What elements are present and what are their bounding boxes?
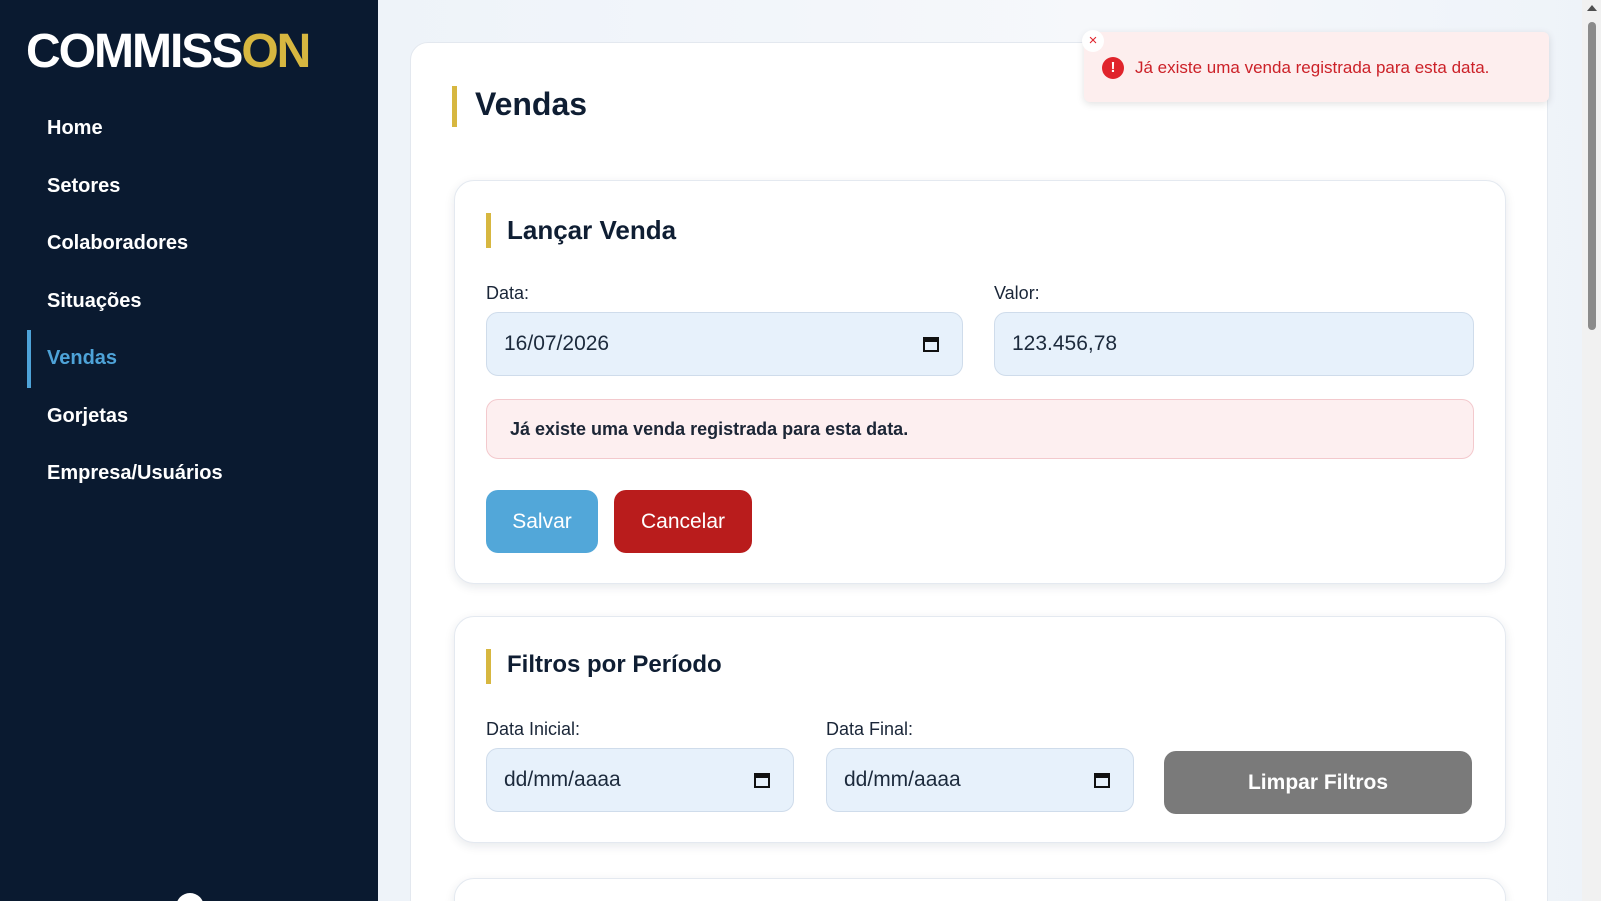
sidebar-item-vendas[interactable]: Vendas: [0, 330, 378, 388]
filters-title: Filtros por Período: [507, 651, 722, 678]
launch-sale-accent: [486, 213, 491, 248]
value-input[interactable]: 123.456,78: [994, 312, 1474, 376]
sidebar-item-label: Gorjetas: [47, 404, 129, 427]
brand-logo[interactable]: COMMISSON: [26, 25, 311, 78]
inline-error-text: Já existe uma venda registrada para esta…: [510, 418, 909, 439]
filters-accent: [486, 649, 491, 684]
launch-sale-title: Lançar Venda: [507, 215, 677, 245]
calendar-icon[interactable]: [753, 771, 771, 789]
value-input-value: 123.456,78: [1012, 332, 1118, 355]
scrollbar-thumb[interactable]: [1588, 22, 1596, 330]
sidebar-item-label: Vendas: [47, 347, 118, 370]
sidebar-item-label: Colaboradores: [47, 232, 189, 255]
sidebar-nav: Home Setores Colaboradores Situações Ven…: [0, 100, 378, 503]
start-date-placeholder: dd/mm/aaaa: [504, 768, 621, 791]
next-card: [454, 878, 1506, 901]
save-button[interactable]: Salvar: [486, 490, 598, 553]
error-toast: × ! Já existe uma venda registrada para …: [1082, 30, 1549, 102]
scroll-up-arrow-icon[interactable]: [1587, 5, 1597, 11]
toast-message: Já existe uma venda registrada para esta…: [1135, 58, 1490, 77]
end-date-label: Data Final:: [826, 719, 914, 739]
value-label: Valor:: [994, 283, 1040, 303]
sidebar-item-label: Home: [47, 117, 103, 140]
calendar-icon[interactable]: [1093, 771, 1111, 789]
sidebar-item-situacoes[interactable]: Situações: [0, 273, 378, 331]
sidebar-item-gorjetas[interactable]: Gorjetas: [0, 388, 378, 446]
brand-logo-part1: COMMISS: [26, 25, 243, 78]
end-date-placeholder: dd/mm/aaaa: [844, 768, 961, 791]
sidebar-collapse-handle[interactable]: [176, 893, 204, 901]
clear-filters-button[interactable]: Limpar Filtros: [1164, 751, 1472, 814]
sidebar-item-empresa-usuarios[interactable]: Empresa/Usuários: [0, 445, 378, 503]
inline-error-message: Já existe uma venda registrada para esta…: [486, 399, 1474, 459]
start-date-input[interactable]: dd/mm/aaaa: [486, 748, 794, 812]
error-icon: !: [1102, 57, 1124, 79]
sidebar: COMMISSON Home Setores Colaboradores Sit…: [0, 0, 378, 901]
close-icon[interactable]: ×: [1082, 30, 1104, 52]
sidebar-item-colaboradores[interactable]: Colaboradores: [0, 215, 378, 273]
scrollbar[interactable]: [1582, 0, 1601, 901]
end-date-input[interactable]: dd/mm/aaaa: [826, 748, 1134, 812]
date-label: Data:: [486, 283, 530, 303]
brand-logo-part2: ON: [241, 25, 311, 78]
sidebar-item-label: Setores: [47, 174, 121, 197]
date-input[interactable]: 16/07/2026: [486, 312, 963, 376]
start-date-label: Data Inicial:: [486, 719, 581, 739]
page-title-accent: [452, 86, 457, 127]
date-input-value: 16/07/2026: [504, 332, 610, 355]
sidebar-item-label: Empresa/Usuários: [47, 462, 223, 485]
cancel-button[interactable]: Cancelar: [614, 490, 752, 553]
sidebar-item-home[interactable]: Home: [0, 100, 378, 158]
calendar-icon[interactable]: [922, 335, 940, 353]
sidebar-item-label: Situações: [47, 289, 142, 312]
page-title: Vendas: [475, 86, 588, 122]
sidebar-item-setores[interactable]: Setores: [0, 158, 378, 216]
